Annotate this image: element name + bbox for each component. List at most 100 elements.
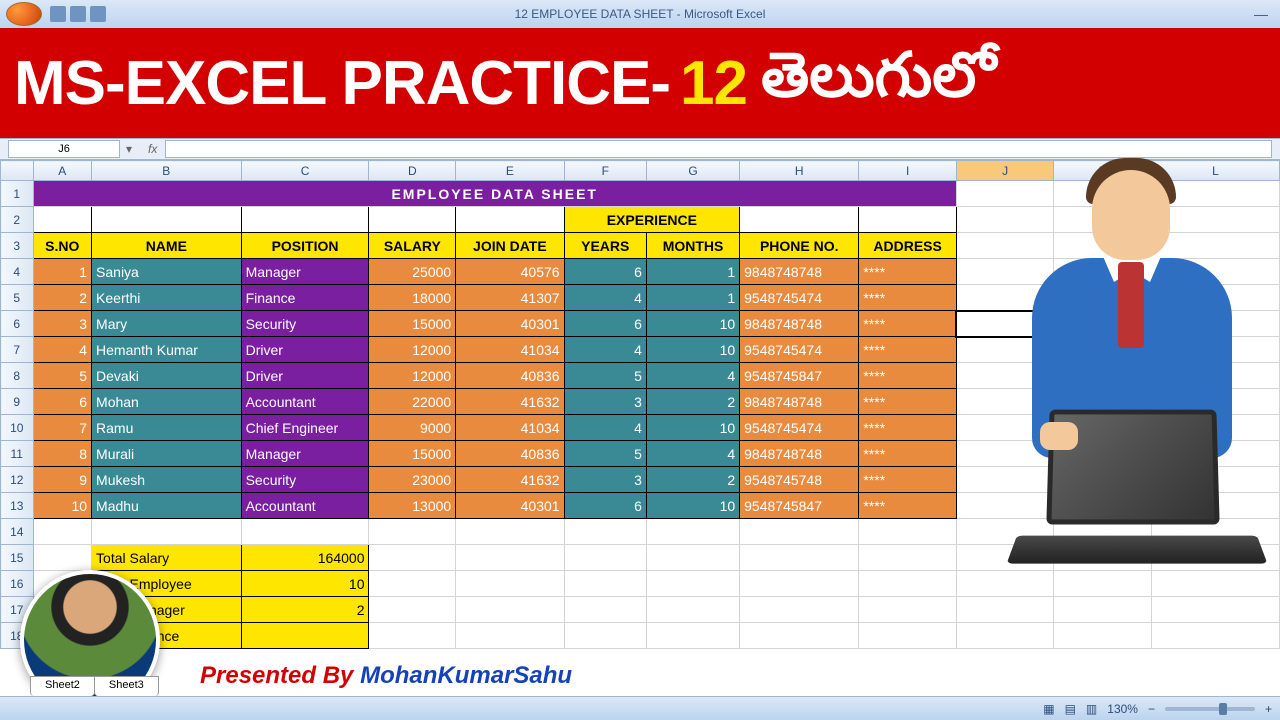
data-cell[interactable]: 1 [646,285,739,311]
data-cell[interactable]: 4 [646,441,739,467]
row-header[interactable]: 3 [1,233,34,259]
data-cell[interactable]: **** [859,389,957,415]
empty-cell[interactable] [859,519,957,545]
data-cell[interactable]: 4 [564,415,646,441]
undo-icon[interactable] [70,6,86,22]
data-cell[interactable]: 22000 [369,389,456,415]
data-cell[interactable]: **** [859,467,957,493]
col-header[interactable]: A [33,161,92,181]
empty-cell[interactable] [859,597,957,623]
total-value[interactable] [241,623,369,649]
row-header[interactable]: 12 [1,467,34,493]
data-cell[interactable]: 9848748748 [740,311,859,337]
total-value[interactable]: 164000 [241,545,369,571]
data-cell[interactable]: 9 [33,467,92,493]
empty-cell[interactable] [1152,597,1280,623]
empty-cell[interactable] [956,623,1054,649]
row-header[interactable]: 11 [1,441,34,467]
empty-cell[interactable] [456,597,564,623]
data-cell[interactable]: 4 [33,337,92,363]
data-cell[interactable]: **** [859,441,957,467]
data-cell[interactable]: Ramu [92,415,242,441]
data-cell[interactable]: 40576 [456,259,564,285]
empty-cell[interactable] [956,597,1054,623]
data-cell[interactable]: 5 [33,363,92,389]
view-break-icon[interactable]: ▥ [1086,702,1097,716]
data-cell[interactable]: Driver [241,337,369,363]
data-cell[interactable]: Mary [92,311,242,337]
empty-cell[interactable] [564,623,646,649]
data-cell[interactable]: Murali [92,441,242,467]
zoom-slider[interactable] [1165,707,1255,711]
data-cell[interactable]: 10 [646,311,739,337]
data-cell[interactable]: Manager [241,259,369,285]
data-cell[interactable]: 1 [33,259,92,285]
data-cell[interactable]: **** [859,311,957,337]
sheet-tab[interactable]: Sheet2 [30,676,95,696]
data-cell[interactable]: Accountant [241,389,369,415]
empty-cell[interactable] [564,545,646,571]
row-header[interactable]: 2 [1,207,34,233]
col-header[interactable]: F [564,161,646,181]
data-cell[interactable]: 3 [564,389,646,415]
data-cell[interactable]: 9548745474 [740,337,859,363]
empty-cell[interactable] [369,519,456,545]
data-cell[interactable]: 2 [33,285,92,311]
empty-cell[interactable] [456,545,564,571]
data-cell[interactable]: Finance [241,285,369,311]
empty-cell[interactable] [1152,623,1280,649]
empty-cell[interactable] [859,571,957,597]
data-cell[interactable]: 40301 [456,311,564,337]
data-cell[interactable]: Keerthi [92,285,242,311]
row-header[interactable]: 14 [1,519,34,545]
data-cell[interactable]: 3 [33,311,92,337]
data-cell[interactable]: 9848748748 [740,441,859,467]
data-cell[interactable]: 40301 [456,493,564,519]
empty-cell[interactable] [33,545,92,571]
col-header[interactable]: B [92,161,242,181]
data-cell[interactable]: Hemanth Kumar [92,337,242,363]
data-cell[interactable]: 4 [564,337,646,363]
data-cell[interactable]: 2 [646,467,739,493]
data-cell[interactable]: 3 [564,467,646,493]
data-cell[interactable]: 41034 [456,415,564,441]
row-header[interactable]: 15 [1,545,34,571]
data-cell[interactable]: 18000 [369,285,456,311]
data-cell[interactable]: Madhu [92,493,242,519]
data-cell[interactable]: 6 [564,259,646,285]
data-cell[interactable]: 2 [646,389,739,415]
data-cell[interactable]: 12000 [369,337,456,363]
empty-cell[interactable] [646,545,739,571]
data-cell[interactable]: Chief Engineer [241,415,369,441]
data-cell[interactable]: 10 [646,493,739,519]
total-label[interactable]: Total Salary [92,545,242,571]
empty-cell[interactable] [564,571,646,597]
total-value[interactable]: 10 [241,571,369,597]
view-layout-icon[interactable]: ▤ [1065,702,1076,716]
empty-cell[interactable] [1054,623,1152,649]
data-cell[interactable]: 10 [33,493,92,519]
data-cell[interactable]: 5 [564,441,646,467]
data-cell[interactable]: 1 [646,259,739,285]
row-header[interactable]: 16 [1,571,34,597]
empty-cell[interactable] [456,571,564,597]
data-cell[interactable]: 9000 [369,415,456,441]
data-cell[interactable]: Security [241,311,369,337]
data-cell[interactable]: 10 [646,415,739,441]
empty-cell[interactable] [564,519,646,545]
total-value[interactable]: 2 [241,597,369,623]
save-icon[interactable] [50,6,66,22]
empty-cell[interactable] [33,519,92,545]
empty-cell[interactable] [740,623,859,649]
col-header[interactable]: H [740,161,859,181]
empty-cell[interactable] [92,519,242,545]
data-cell[interactable]: 8 [33,441,92,467]
data-cell[interactable]: 41307 [456,285,564,311]
zoom-in-button[interactable]: + [1265,702,1272,716]
row-header[interactable]: 7 [1,337,34,363]
data-cell[interactable]: 9548745474 [740,415,859,441]
zoom-out-button[interactable]: − [1148,702,1155,716]
col-header[interactable]: I [859,161,957,181]
name-box[interactable]: J6 [8,140,120,158]
row-header[interactable]: 13 [1,493,34,519]
